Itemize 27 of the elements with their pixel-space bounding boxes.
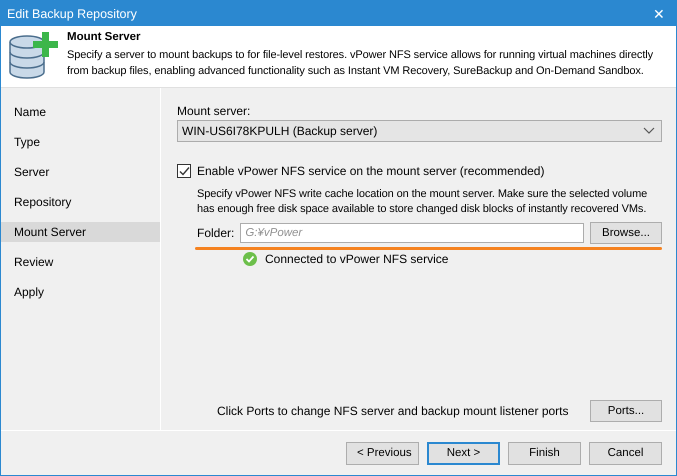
browse-button[interactable]: Browse...: [590, 222, 662, 244]
wizard-button[interactable]: Cancel: [589, 442, 662, 464]
wizard-button[interactable]: < Previous: [346, 442, 419, 464]
page-title: Mount Server: [67, 31, 142, 43]
ports-button[interactable]: Ports...: [590, 400, 662, 422]
checkmark-icon: [178, 166, 190, 176]
sidebar-item[interactable]: Server: [1, 162, 160, 182]
folder-field[interactable]: G:¥vPower: [240, 223, 584, 243]
sidebar-item[interactable]: Name: [1, 102, 160, 122]
wizard-button[interactable]: Finish: [508, 442, 581, 464]
chevron-down-icon: [643, 127, 655, 135]
sidebar-item[interactable]: Type: [1, 132, 160, 152]
ports-hint: Click Ports to change NFS server and backup mount listener ports: [217, 404, 568, 418]
mount-server-dropdown[interactable]: WIN-US6I78KPULH (Backup server): [177, 120, 662, 142]
sidebar-item[interactable]: Repository: [1, 192, 160, 212]
enable-nfs-checkbox[interactable]: Enable vPower NFS service on the mount server (recommended): [177, 164, 662, 178]
field-label: Mount server:: [177, 104, 252, 118]
sidebar-item[interactable]: Apply: [1, 282, 160, 302]
sidebar-item[interactable]: Mount Server: [1, 222, 160, 242]
wizard-button[interactable]: Next >: [427, 442, 500, 464]
hint-text: Specify vPower NFS write cache location on the mount server. Make sure the selected volume has enough free disk space available to store changed disk blocks of instantly recovered VMs.: [197, 187, 648, 217]
field-label: Folder:: [197, 226, 234, 240]
sidebar-item[interactable]: Review: [1, 252, 160, 272]
page-description: Specify a server to mount backups to for file-level restores. vPower NFS service allows for running virtual machines directly from backup files, enabling advanced functionality such as Instant VM Recovery, SureBackup and On-Demand Sandbox.: [67, 48, 654, 79]
close-button[interactable]: ✕: [642, 1, 676, 26]
status-text: Connected to vPower NFS service: [265, 252, 448, 266]
window-title: Edit Backup Repository: [7, 6, 137, 20]
